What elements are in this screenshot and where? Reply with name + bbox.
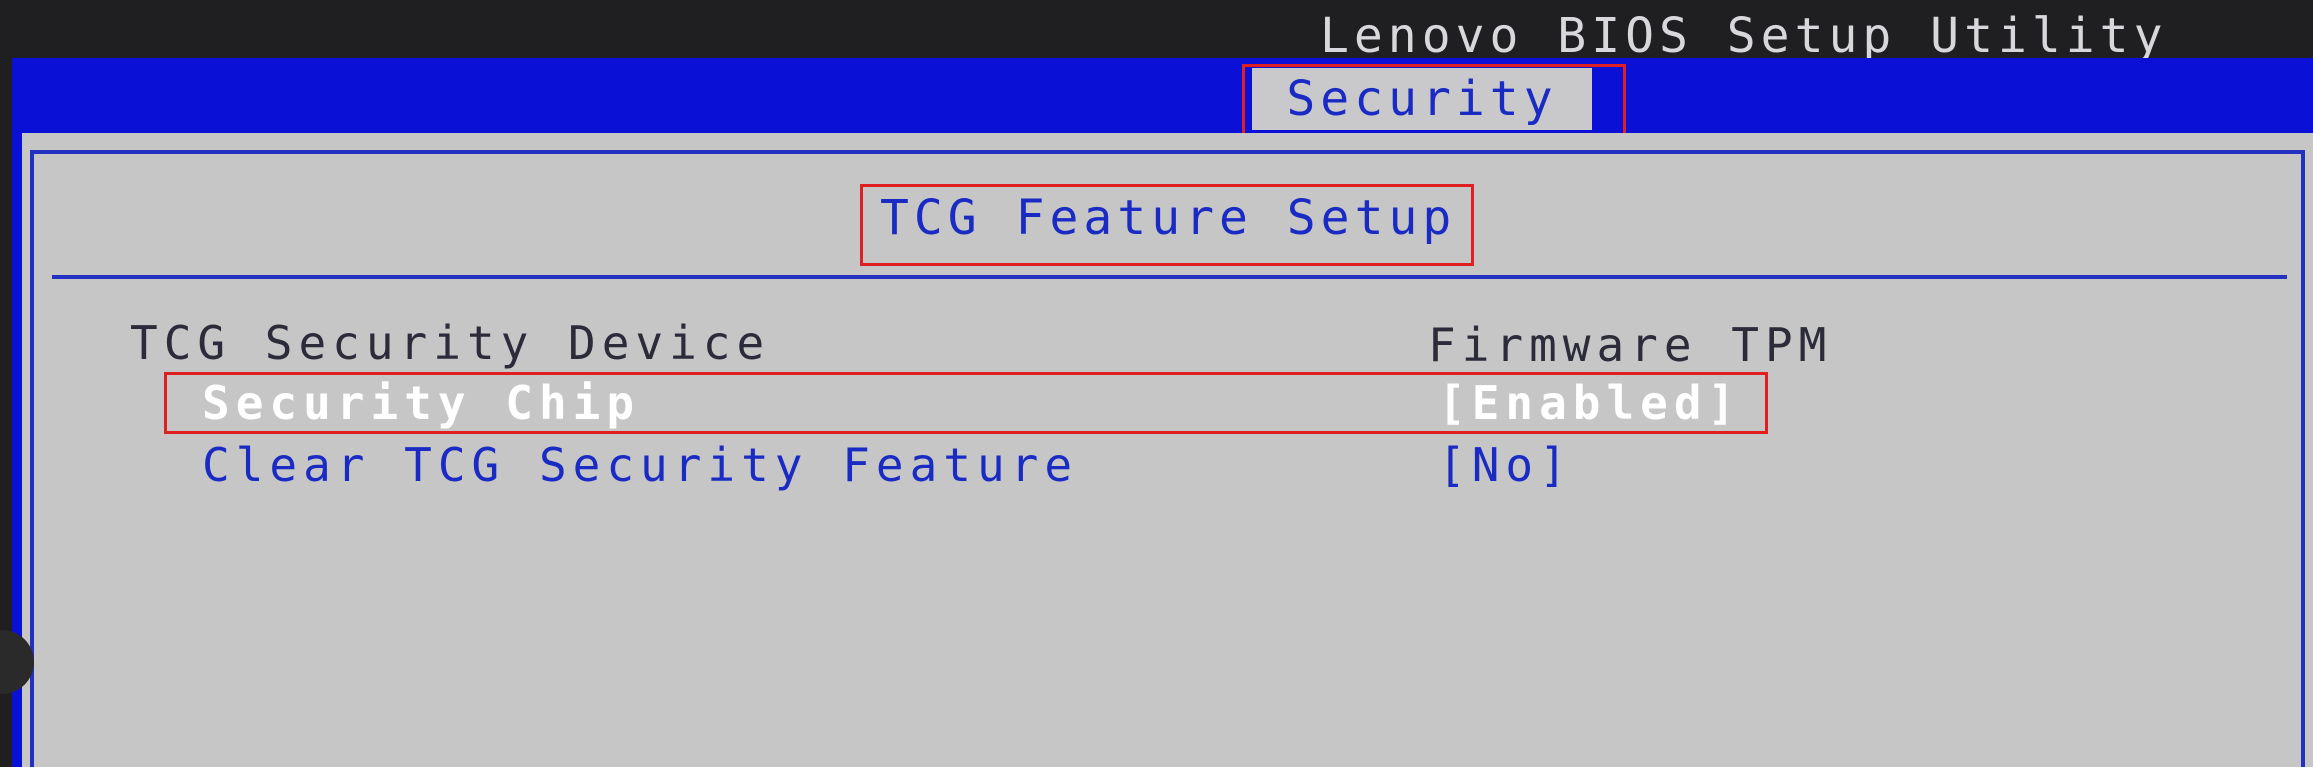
setting-label-clear-tcg-security-feature[interactable]: Clear TCG Security Feature xyxy=(202,438,1078,492)
setting-value-tcg-security-device: Firmware TPM xyxy=(1428,318,1833,372)
window-title: Lenovo BIOS Setup Utility xyxy=(1320,8,2168,64)
highlight-security-chip-row xyxy=(164,372,1768,434)
setting-value-clear-tcg-security-feature[interactable]: [No] xyxy=(1438,438,1573,492)
highlight-section-heading xyxy=(860,184,1474,266)
section-divider xyxy=(52,275,2287,279)
setting-label-tcg-security-device: TCG Security Device xyxy=(130,316,771,370)
